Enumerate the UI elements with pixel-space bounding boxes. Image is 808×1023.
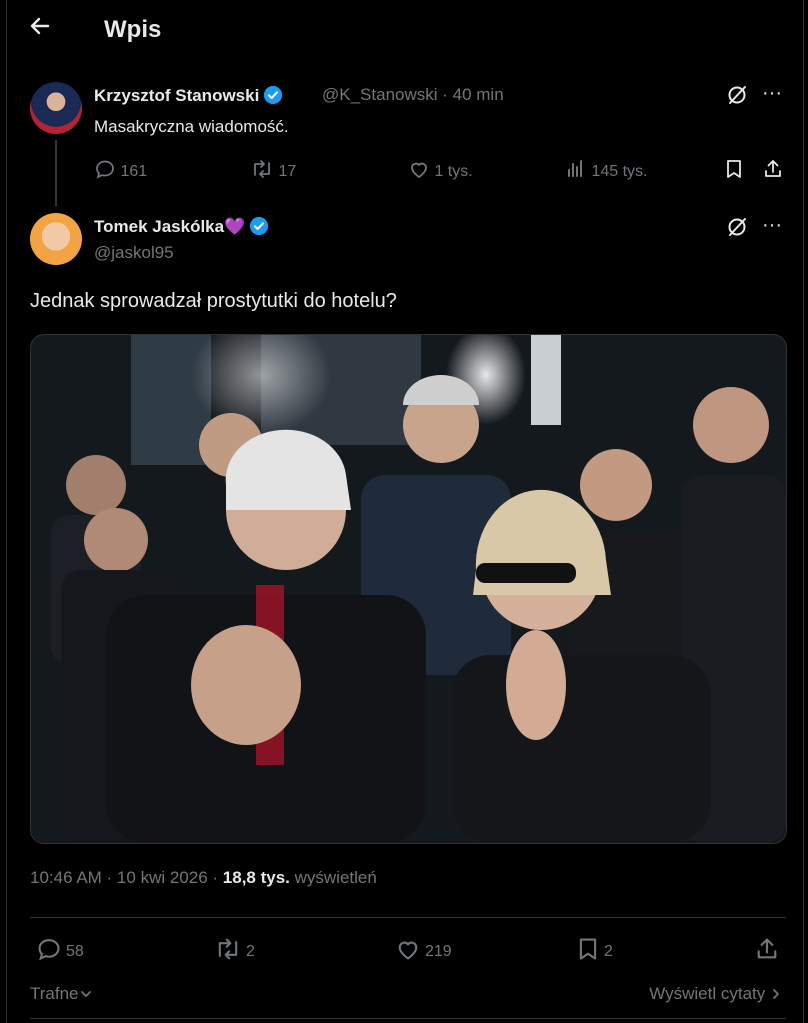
tweet-text: Jednak sprowadzał prostytutki do hotelu?	[30, 290, 397, 312]
tweet-text: Masakryczna wiadomość.	[94, 117, 289, 136]
retweet-icon	[254, 160, 270, 178]
heart-icon	[398, 941, 418, 960]
bar-chart-icon	[568, 160, 582, 177]
grok-button[interactable]	[726, 216, 748, 239]
frame-left-border	[6, 0, 7, 1023]
sort-dropdown[interactable]: Trafne	[30, 984, 93, 1004]
avatar-krzysztof-stanowski[interactable]	[30, 82, 82, 134]
bookmark-icon	[727, 160, 741, 178]
divider	[30, 917, 786, 918]
avatar-tomek-jaskolka[interactable]	[30, 213, 82, 265]
views-button[interactable]: 145 tys.	[565, 158, 647, 181]
slash-circle-icon	[728, 218, 746, 236]
reply-button[interactable]: 161	[94, 158, 147, 181]
share-icon	[765, 160, 781, 177]
like-button[interactable]: 1 tys.	[408, 158, 473, 181]
frame-right-border	[803, 0, 804, 1023]
retweet-button[interactable]: 17	[250, 158, 296, 181]
author-handle[interactable]: @jaskol95	[94, 243, 174, 263]
share-icon	[757, 938, 777, 959]
bookmark-icon	[579, 938, 597, 960]
more-dots-icon: ···	[762, 82, 782, 104]
chevron-right-icon	[773, 989, 779, 999]
page-title: Wpis	[104, 16, 162, 43]
like-button[interactable]: 219	[395, 936, 452, 962]
reply-button[interactable]: 58	[36, 936, 84, 962]
divider	[30, 1018, 786, 1019]
share-button[interactable]	[754, 936, 784, 962]
verified-badge-icon	[264, 85, 283, 105]
retweet-button[interactable]: 2	[214, 936, 255, 962]
author-name[interactable]: Tomek Jaskólka💜	[94, 216, 269, 237]
slash-circle-icon	[728, 86, 746, 104]
author-handle-time[interactable]: @K_Stanowski · 40 min	[322, 85, 504, 105]
crowd-photo-illustration	[31, 335, 786, 843]
chevron-down-icon	[80, 991, 91, 997]
share-button[interactable]	[762, 158, 784, 181]
bookmark-button[interactable]: 2	[576, 936, 613, 962]
more-options-button[interactable]: ···	[762, 214, 782, 237]
retweet-icon	[218, 938, 238, 960]
more-dots-icon: ···	[762, 214, 782, 236]
verified-badge-icon	[250, 216, 269, 236]
tweet-metadata: 10:46 AM · 10 kwi 2026 · 18,8 tys. wyświ…	[30, 868, 377, 887]
bookmark-button[interactable]	[724, 158, 744, 181]
author-name[interactable]: Krzysztof Stanowski	[94, 85, 283, 106]
reply-icon	[38, 939, 60, 961]
more-options-button[interactable]: ···	[762, 82, 782, 105]
back-button[interactable]	[28, 14, 52, 45]
arrow-left-icon	[30, 17, 50, 35]
grok-button[interactable]	[726, 84, 748, 107]
heart-icon	[411, 162, 427, 178]
header: Wpis	[0, 0, 808, 62]
thread-connector	[55, 140, 57, 206]
view-quotes-link[interactable]: Wyświetl cytaty	[649, 984, 782, 1004]
reply-icon	[96, 160, 114, 179]
tweet-photo[interactable]	[30, 334, 787, 844]
